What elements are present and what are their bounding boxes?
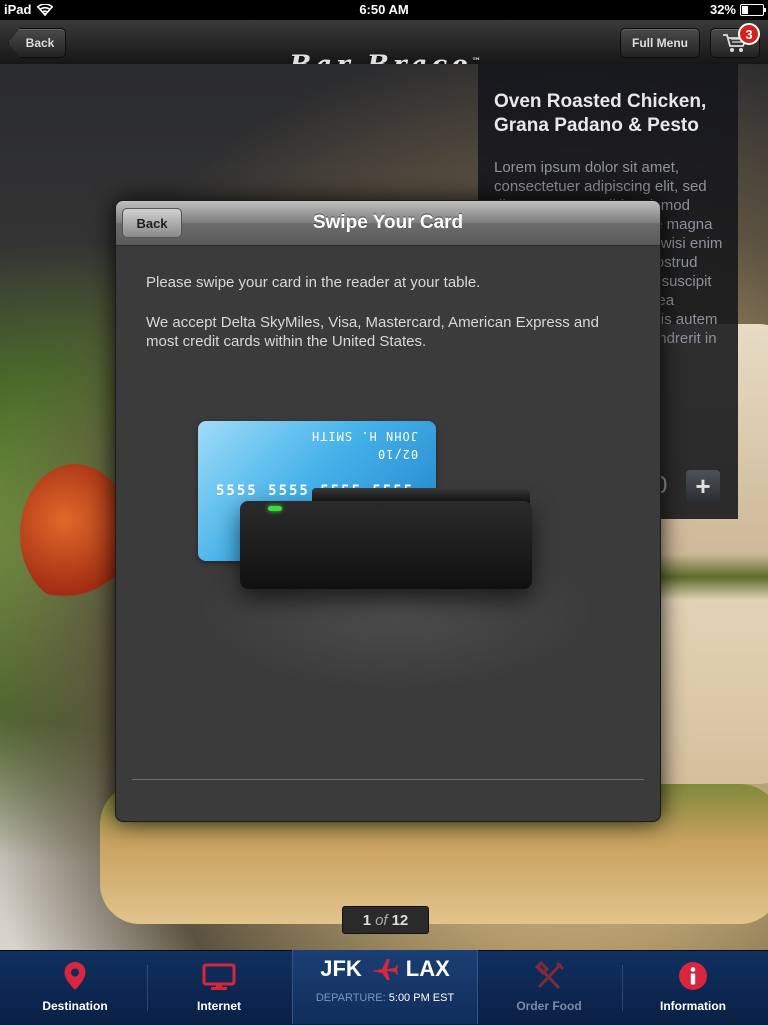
battery-icon — [740, 3, 766, 16]
tab-information-label: Information — [660, 999, 726, 1013]
tab-internet-label: Internet — [196, 999, 241, 1013]
tab-destination[interactable]: Destination — [2, 951, 148, 1025]
battery-fill — [742, 5, 748, 14]
modal-header: Swipe Your Card Back — [116, 201, 660, 246]
card-holder-name: JOHN H. SMITH — [311, 429, 418, 443]
modal-divider — [132, 779, 644, 780]
tab-destination-label: Destination — [42, 999, 108, 1013]
tab-order-food[interactable]: Order Food — [476, 951, 622, 1025]
status-bar: iPad 6:50 AM 32% — [0, 0, 768, 20]
page-current: 1 — [362, 911, 372, 929]
card-reader-illustration — [240, 501, 532, 589]
airplane-icon — [371, 959, 398, 980]
flight-route: JFK LAX — [293, 956, 477, 982]
card-expiry: 02/10 — [376, 447, 418, 461]
photo-tomato — [20, 464, 130, 604]
swipe-instruction-text: Please swipe your card in the reader at … — [146, 274, 481, 291]
nav-back-button[interactable]: Back — [8, 28, 66, 58]
modal-back-button[interactable]: Back — [122, 208, 182, 238]
full-menu-button[interactable]: Full Menu — [620, 28, 700, 58]
flight-info-panel: JFK LAX DEPARTURE: 5:00 PM EST — [292, 950, 478, 1024]
status-time: 6:50 AM — [359, 2, 409, 17]
fork-knife-icon — [534, 961, 565, 990]
status-right: 32% — [709, 2, 766, 17]
page-of: of — [375, 911, 388, 929]
tab-internet[interactable]: Internet — [146, 951, 292, 1025]
info-icon — [679, 962, 707, 990]
tab-information[interactable]: Information — [620, 951, 766, 1025]
product-title: Oven Roasted Chicken, Grana Padano & Pes… — [494, 91, 707, 136]
departure-time: 5:00 PM EST — [388, 992, 455, 1004]
monitor-icon — [202, 963, 236, 990]
flight-origin: JFK — [320, 956, 362, 981]
page-indicator: 1 of 12 — [342, 906, 429, 934]
map-pin-icon — [64, 962, 86, 990]
flight-destination: LAX — [405, 956, 450, 981]
swipe-card-modal: Swipe Your Card Back Please swipe your c… — [115, 200, 661, 822]
quantity-plus-button[interactable]: + — [686, 470, 720, 502]
battery-percent: 32% — [709, 2, 736, 17]
top-nav-bar: Back Bar Brace™ Full Menu — [0, 20, 768, 81]
reader-led-indicator — [268, 506, 282, 511]
modal-title: Swipe Your Card — [312, 212, 464, 233]
accepted-cards-text: We accept Delta SkyMiles, Visa, Masterca… — [146, 314, 599, 350]
cart-count-badge: 3 — [738, 23, 760, 45]
flight-departure: DEPARTURE: 5:00 PM EST — [293, 992, 477, 1004]
page-total: 12 — [391, 911, 409, 929]
tab-order-food-label: Order Food — [516, 999, 582, 1013]
departure-label: DEPARTURE: — [315, 992, 386, 1004]
